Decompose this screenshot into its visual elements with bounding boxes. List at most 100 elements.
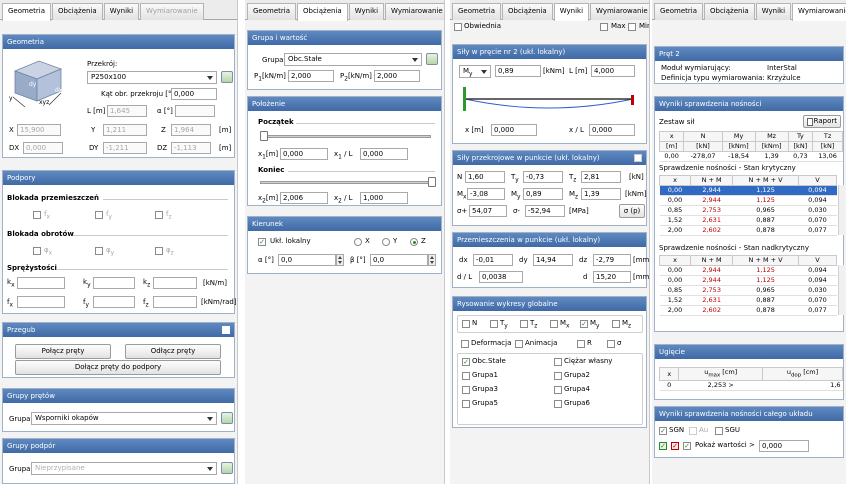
y-radio[interactable] — [382, 238, 390, 246]
alpha-input[interactable] — [175, 105, 215, 117]
L-input[interactable]: 1,645 — [107, 105, 147, 117]
przegub-toggle[interactable] — [222, 326, 230, 334]
N-checkbox[interactable] — [462, 320, 470, 328]
sgu-checkbox[interactable] — [715, 427, 723, 435]
tab-obciazenia[interactable]: Obciążenia — [297, 3, 348, 21]
x2-input[interactable]: 2,006 — [280, 192, 328, 204]
table-row[interactable]: 0 2,253 > 1,6 — [659, 380, 843, 392]
group-edit-icon[interactable] — [221, 462, 233, 474]
sily-component-select[interactable]: My — [459, 65, 491, 78]
phix-checkbox[interactable] — [33, 247, 41, 255]
sigma-checkbox[interactable] — [607, 340, 615, 348]
table-row[interactable]: 0,00 -278,07 -18,54 1,39 0,73 13,06 — [659, 151, 843, 162]
load-group-checkbox[interactable] — [554, 372, 562, 380]
grupa-pretow-select[interactable]: Wsporniki okapów — [31, 412, 217, 425]
Ty-checkbox[interactable] — [490, 320, 498, 328]
sgn-checkbox[interactable]: ✓ — [659, 427, 667, 435]
load-group-checkbox[interactable] — [462, 400, 470, 408]
load-group-checkbox[interactable] — [462, 386, 470, 394]
table-row[interactable]: 0,00 2,944 1,125 0,094 — [659, 195, 837, 206]
fx-spring-input[interactable] — [17, 296, 65, 308]
obwiednia-checkbox[interactable] — [454, 23, 462, 31]
R-checkbox[interactable] — [577, 340, 585, 348]
tab-obciazenia[interactable]: Obciążenia — [502, 3, 553, 20]
przekroj-select[interactable]: P250x100 — [87, 71, 217, 84]
phiz-checkbox[interactable] — [155, 247, 163, 255]
alpha-input[interactable]: 0,0 — [278, 254, 336, 266]
collapse-icon[interactable] — [634, 154, 642, 162]
tab-wymiarowanie[interactable]: Wymiarowanie — [385, 3, 444, 20]
tab-geometria[interactable]: Geometria — [2, 3, 51, 21]
poczatek-slider-handle[interactable] — [260, 131, 268, 141]
table-row[interactable]: 1,52 2,631 0,887 0,070 — [659, 215, 837, 226]
fy-spring-input[interactable] — [93, 296, 135, 308]
tab-geometria[interactable]: Geometria — [247, 3, 296, 20]
fz-checkbox[interactable] — [155, 211, 163, 219]
phiy-checkbox[interactable] — [95, 247, 103, 255]
load-group-checkbox[interactable] — [554, 400, 562, 408]
DZ-input[interactable]: -1,113 — [171, 142, 211, 154]
pokaz-checkbox[interactable]: ✓ — [683, 442, 691, 450]
x1L-input[interactable]: 0,000 — [360, 148, 408, 160]
table-row[interactable]: 0,00 2,944 1,125 0,094 — [659, 275, 837, 286]
tab-wymiarowanie[interactable]: Wymiarowanie — [140, 3, 204, 20]
x1-input[interactable]: 0,000 — [280, 148, 328, 160]
table-scrollbar[interactable] — [838, 185, 845, 235]
poczatek-slider[interactable] — [260, 135, 431, 138]
Mx-checkbox[interactable] — [550, 320, 558, 328]
grupa-select[interactable]: Obc.Stałe — [284, 53, 422, 66]
table-row[interactable]: 0,85 2,753 0,965 0,030 — [659, 285, 837, 296]
alpha-spinner[interactable] — [336, 254, 344, 266]
Tz-checkbox[interactable] — [520, 320, 528, 328]
My-checkbox[interactable]: ✓ — [580, 320, 588, 328]
x-input[interactable]: 0,000 — [491, 124, 537, 136]
Mz-checkbox[interactable] — [612, 320, 620, 328]
deformacja-checkbox[interactable] — [461, 340, 469, 348]
sigma-p-button[interactable]: σ (p) — [619, 204, 645, 218]
au-checkbox[interactable] — [689, 427, 697, 435]
tab-obciazenia[interactable]: Obciążenia — [52, 3, 103, 20]
beta-input[interactable]: 0,0 — [370, 254, 428, 266]
load-group-checkbox[interactable] — [462, 372, 470, 380]
Z-input[interactable]: 1,964 — [171, 124, 211, 136]
tab-wymiarowanie[interactable]: Wymiarowanie — [590, 3, 649, 20]
X-input[interactable]: 15,900 — [17, 124, 61, 136]
load-group-checkbox[interactable] — [554, 358, 562, 366]
table-row[interactable]: 0,85 2,753 0,965 0,030 — [659, 205, 837, 216]
DY-input[interactable]: -1,211 — [103, 142, 147, 154]
table-row[interactable]: 0,00 2,944 1,125 0,094 — [659, 265, 837, 276]
raport-button[interactable]: Raport — [803, 115, 841, 128]
DX-input[interactable]: 0,000 — [23, 142, 63, 154]
ky-input[interactable] — [93, 277, 135, 289]
xL-input[interactable]: 0,000 — [589, 124, 635, 136]
odlacz-prety-button[interactable]: Odłącz pręty — [125, 344, 221, 359]
uklad-lokalny-checkbox[interactable]: ✓ — [258, 238, 266, 246]
polacz-prety-button[interactable]: Połącz pręty — [15, 344, 111, 359]
load-group-checkbox[interactable] — [554, 386, 562, 394]
grupa-podpor-select[interactable]: Nieprzypisane — [31, 462, 217, 475]
load-group-checkbox[interactable]: ✓ — [462, 358, 470, 366]
table-row[interactable]: 2,00 2,602 0,878 0,077 — [659, 305, 837, 316]
tab-geometria[interactable]: Geometria — [654, 3, 703, 20]
koniec-slider[interactable] — [260, 181, 431, 184]
max-checkbox[interactable] — [600, 23, 608, 31]
red-flag-checkbox[interactable]: ✓ — [671, 442, 679, 450]
table-row[interactable]: 2,00 2,602 0,878 0,077 — [659, 225, 837, 236]
table-row[interactable]: 1,52 2,631 0,887 0,070 — [659, 295, 837, 306]
p2-input[interactable]: 2,000 — [374, 70, 420, 82]
x2L-input[interactable]: 1,000 — [360, 192, 408, 204]
tab-wyniki[interactable]: Wyniki — [348, 3, 385, 20]
tab-obciazenia[interactable]: Obciążenia — [704, 3, 755, 20]
koniec-slider-handle[interactable] — [428, 177, 436, 187]
animacja-checkbox[interactable] — [515, 340, 523, 348]
min-checkbox[interactable] — [628, 23, 636, 31]
p1-input[interactable]: 2,000 — [288, 70, 334, 82]
fy-checkbox[interactable] — [95, 211, 103, 219]
tab-wyniki[interactable]: Wyniki — [755, 3, 792, 20]
kx-input[interactable] — [17, 277, 65, 289]
tab-wyniki[interactable]: Wyniki — [103, 3, 140, 20]
kat-input[interactable]: 0,000 — [171, 88, 217, 100]
pokaz-input[interactable]: 0,000 — [759, 440, 809, 452]
dolacz-do-podpory-button[interactable]: Dołącz pręty do podpory — [15, 360, 221, 375]
tab-geometria[interactable]: Geometria — [452, 3, 501, 20]
